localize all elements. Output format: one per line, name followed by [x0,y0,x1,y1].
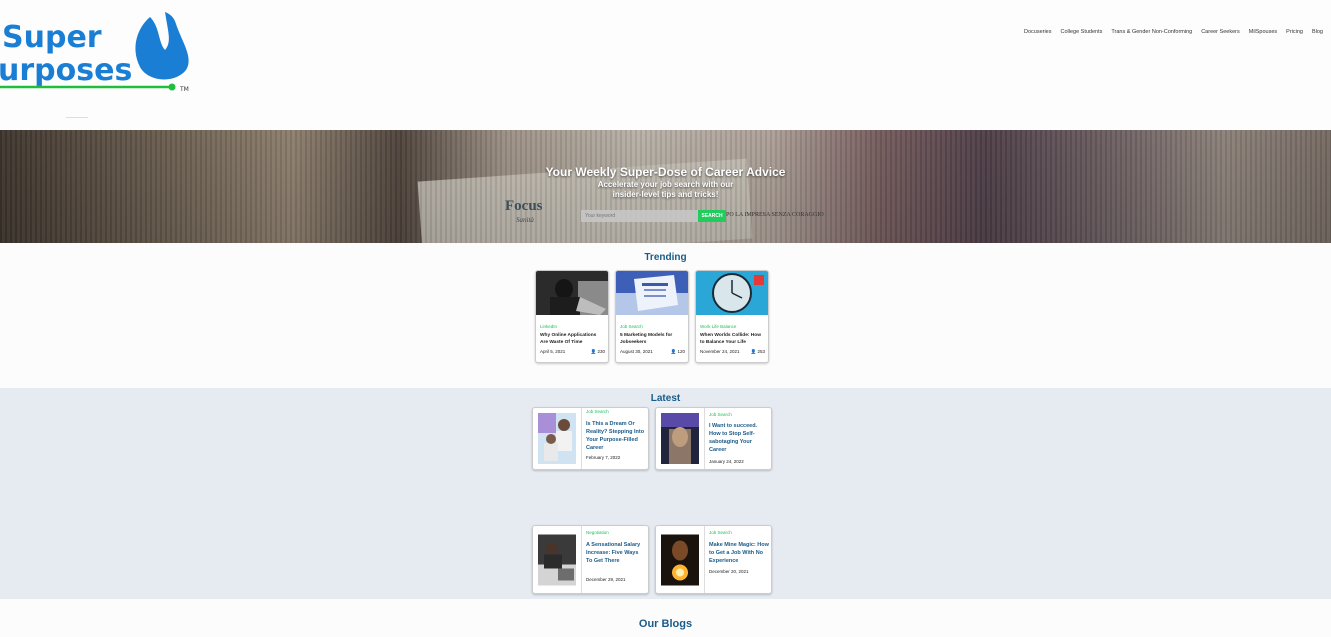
latest-card-image [538,413,576,464]
site-header: Super urposes TM Docuseries College Stud… [0,0,1331,130]
latest-card-title[interactable]: A Sensational Salary Increase: Five Ways… [586,541,646,565]
search-input[interactable] [581,210,698,222]
user-icon: 👤 [750,349,757,354]
hero-title: Your Weekly Super-Dose of Career Advice [545,165,786,179]
header-divider [66,117,88,118]
latest-card-category: Job Search [709,530,732,535]
nav-trans-gnc[interactable]: Trans & Gender Non-Conforming [1111,29,1192,35]
latest-card[interactable]: Job Search I Want to succeed. How to Sto… [655,407,772,470]
latest-card-title[interactable]: Make Mine Magic: How to Get a Job With N… [709,541,769,565]
hero-subtitle: Accelerate your job search with our insi… [0,180,1331,200]
latest-card[interactable]: Job Search Is This a Dream Or Reality? S… [532,407,649,470]
blogs-title: Our Blogs [638,618,693,630]
hero-subtitle-line2: insider-level tips and tricks! [612,190,719,199]
trending-card-image [536,271,608,315]
trending-card-image [696,271,768,315]
main-nav: Docuseries College Students Trans & Gend… [1024,29,1323,35]
nav-blog[interactable]: Blog [1312,29,1323,35]
trending-card-views: 253 [757,349,765,354]
latest-card[interactable]: Job Search Make Mine Magic: How to Get a… [655,525,772,594]
trending-card-category: Work Life Balance [700,324,737,329]
site-logo[interactable]: Super urposes TM [0,12,195,94]
trending-title: Trending [644,252,687,263]
trending-card-image [616,271,688,315]
trending-card-views: 120 [677,349,685,354]
trending-card-date: November 24, 2021 [700,349,740,354]
search-form: SEARCH [581,210,726,222]
latest-card[interactable]: Negotiation A Sensational Salary Increas… [532,525,649,594]
latest-card-image [661,413,699,464]
trending-card-category: Job Search [620,324,643,329]
trending-card-title[interactable]: Why Online Applications Are Waste Of Tim… [540,332,605,348]
logo-tm: TM [179,86,189,93]
trending-card-title[interactable]: 5 Marketing Models for Jobseekers [620,332,685,348]
trending-card-views: 230 [597,349,605,354]
latest-card-category: Job Search [709,412,732,417]
trending-card-category: LinkedIn [540,324,558,329]
hero-bg-sub-text: Sanità [516,216,534,224]
latest-card-date: December 20, 2021 [709,569,749,574]
hero-subtitle-line1: Accelerate your job search with our [597,180,734,189]
logo-line1: Super [2,20,102,55]
hero-bg-right-text: PO LA IMPRESA SENZA CORAGGIO [726,212,824,218]
nav-docuseries[interactable]: Docuseries [1024,29,1052,35]
latest-card-title[interactable]: Is This a Dream Or Reality? Stepping Int… [586,420,646,452]
latest-card-image [661,534,699,586]
nav-pricing[interactable]: Pricing [1286,29,1303,35]
nav-college-students[interactable]: College Students [1061,29,1103,35]
trending-card[interactable]: LinkedIn Why Online Applications Are Was… [535,270,609,363]
latest-card-date: February 7, 2022 [586,455,621,460]
latest-card-category: Negotiation [586,530,609,535]
user-icon: 👤 [670,349,677,354]
trending-card[interactable]: Work Life Balance When Worlds Collide: H… [695,270,769,363]
hero-bg-focus-text: Focus [505,198,543,214]
latest-card-date: January 24, 2022 [709,459,744,464]
user-icon: 👤 [590,349,597,354]
trending-card-date: August 30, 2021 [620,349,653,354]
trending-card-date: April 5, 2021 [540,349,566,354]
nav-career-seekers[interactable]: Career Seekers [1201,29,1240,35]
latest-card-date: December 29, 2021 [586,577,626,582]
latest-card-category: Job Search [586,409,609,414]
trending-card-title[interactable]: When Worlds Collide: How to Balance Your… [700,332,765,348]
logo-line2: urposes [0,53,132,88]
nav-milspouses[interactable]: MilSpouses [1249,29,1277,35]
hero-banner: Focus Sanità PO LA IMPRESA SENZA CORAGGI… [0,130,1331,243]
search-button[interactable]: SEARCH [698,210,726,222]
latest-title: Latest [650,393,681,404]
latest-card-image [538,534,576,586]
latest-card-title[interactable]: I Want to succeed. How to Stop Self-sabo… [709,422,769,454]
trending-card[interactable]: Job Search 5 Marketing Models for Jobsee… [615,270,689,363]
